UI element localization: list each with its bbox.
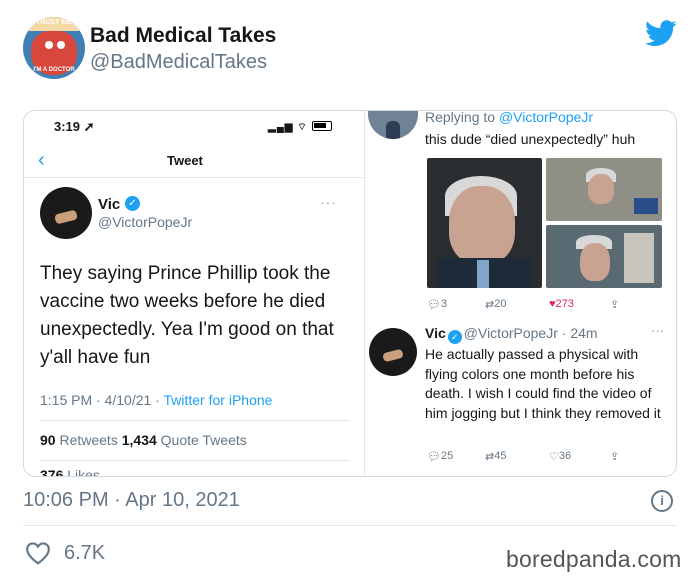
photo-object (634, 198, 658, 214)
watermark: boredpanda.com (506, 546, 682, 572)
author-avatar[interactable] (40, 187, 92, 239)
author-name[interactable]: Vic (98, 196, 120, 213)
replying-to-handle[interactable]: @VictorPopeJr (499, 111, 593, 125)
tweet-text: They saying Prince Phillip took the vacc… (40, 263, 334, 368)
more-options-icon[interactable]: ··· (651, 323, 664, 338)
signal-wifi-icon: ▂▄▆ ⌔ (268, 122, 308, 133)
share-icon[interactable]: ⇪ (610, 298, 619, 311)
photo-seat (624, 233, 654, 283)
replying-to: Replying to @VictorPopeJr (425, 110, 594, 125)
reply-text: this dude “died unexpectedly” huh (425, 131, 636, 147)
author-handle[interactable]: @VictorPopeJr (464, 325, 558, 341)
divider (24, 177, 364, 178)
divider (40, 460, 350, 461)
like-count[interactable]: ♥ 273 (549, 298, 574, 310)
quotes-label: Quote Tweets (156, 432, 247, 448)
reply-count[interactable]: 💬︎ 25 (427, 450, 453, 463)
retweet-count[interactable]: ⇄ 45 (485, 450, 506, 463)
likes-stat[interactable]: 376 Likes (40, 467, 100, 477)
heart-icon[interactable] (25, 541, 51, 565)
account-handle[interactable]: @BadMedicalTakes (90, 51, 267, 74)
avatar-eye (57, 41, 65, 49)
twitter-bird-icon[interactable] (645, 20, 677, 47)
share-icon[interactable]: ⇪ (610, 450, 619, 463)
phone-screenshot: 3:19 ➚ ▂▄▆ ⌔ ‹ Tweet Vic ✓ @VictorPopeJr… (24, 111, 364, 477)
more-options-icon[interactable]: ··· (320, 194, 337, 210)
quotes-count[interactable]: 1,434 (122, 432, 157, 448)
photo-face (449, 186, 515, 264)
reply-count[interactable]: 💬︎ 3 (427, 298, 447, 311)
avatar-text-bottom: I'M A DOCTOR (33, 67, 75, 73)
tweet-timestamp[interactable]: 10:06 PM · Apr 10, 2021 (23, 489, 240, 512)
photo-face (580, 243, 610, 281)
reply-header: Vic ✓ @VictorPopeJr · 24m (425, 325, 598, 344)
author-avatar[interactable] (369, 328, 417, 376)
account-avatar[interactable]: TRUST ME I'M A DOCTOR (23, 17, 85, 79)
author-handle[interactable]: @VictorPopeJr (98, 214, 192, 230)
likes-count: 376 (40, 467, 64, 477)
reply-age: 24m (570, 325, 598, 341)
avatar-hand (382, 348, 404, 363)
likes-label: Likes (63, 467, 100, 477)
nav-title: Tweet (167, 153, 203, 168)
avatar-eye (45, 41, 53, 49)
author-name[interactable]: Vic (425, 325, 446, 341)
reply-photo[interactable] (427, 158, 542, 288)
chevron-left-icon[interactable]: ‹ (38, 149, 45, 172)
avatar-hand (54, 209, 78, 225)
retweets-label: Retweets (55, 432, 122, 448)
retweet-count[interactable]: ⇄ 20 (485, 298, 506, 311)
status-bar-time: 3:19 ➚ (54, 119, 95, 134)
tweet-client[interactable]: Twitter for iPhone (163, 392, 272, 408)
info-icon[interactable]: i (651, 490, 673, 512)
embedded-screenshot[interactable]: 3:19 ➚ ▂▄▆ ⌔ ‹ Tweet Vic ✓ @VictorPopeJr… (23, 110, 677, 477)
replies-screenshot: Replying to @VictorPopeJr this dude “die… (365, 110, 676, 476)
like-count[interactable]: ♡ 36 (549, 450, 571, 463)
verified-badge-icon: ✓ (125, 196, 140, 211)
reply-avatar[interactable] (368, 111, 418, 139)
divider (40, 420, 350, 421)
tweet-time: 1:15 PM · 4/10/21 · (40, 392, 164, 408)
tweet-meta: 1:15 PM · 4/10/21 · Twitter for iPhone (40, 392, 272, 408)
reply-photo[interactable] (546, 158, 662, 221)
reply-text: He actually passed a physical with flyin… (425, 346, 661, 421)
avatar-text-top: TRUST ME (36, 19, 72, 26)
reply-photo[interactable] (546, 225, 662, 288)
retweets-count[interactable]: 90 (40, 432, 56, 448)
photo-face (588, 174, 614, 204)
battery-icon (312, 121, 332, 131)
account-name[interactable]: Bad Medical Takes (90, 24, 276, 48)
verified-badge-icon: ✓ (447, 330, 462, 344)
photo-tie (477, 260, 489, 288)
divider (23, 525, 677, 526)
tweet-stats: 90 Retweets 1,434 Quote Tweets (40, 432, 247, 448)
like-count[interactable]: 6.7K (64, 542, 105, 565)
